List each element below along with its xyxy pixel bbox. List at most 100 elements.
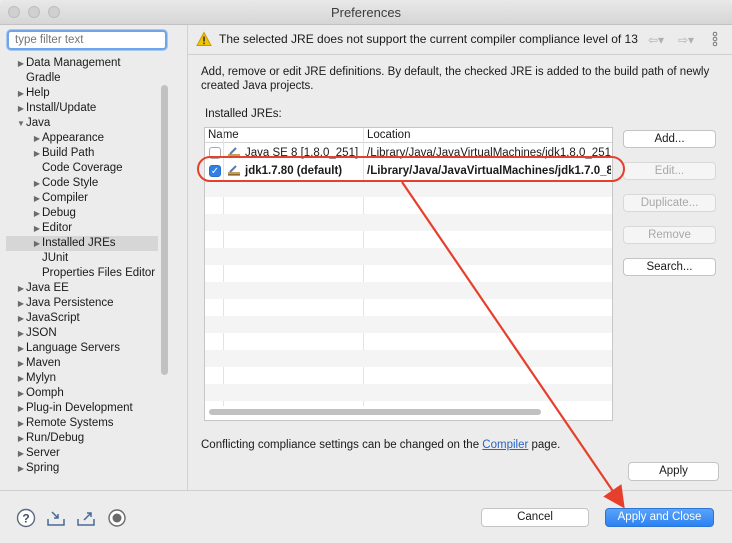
tree-item[interactable]: ▶ Language Servers [16,341,158,356]
tree-scrollbar[interactable] [160,85,169,405]
compiler-link[interactable]: Compiler [482,439,528,451]
collapsed-arrow-icon[interactable]: ▶ [16,101,26,116]
collapsed-arrow-icon[interactable]: ▶ [16,56,26,71]
tree-item-label: Code Coverage [42,162,123,174]
record-icon[interactable] [107,508,127,528]
import-icon[interactable] [46,508,66,528]
tree-item-label: Properties Files Editor [42,267,156,279]
tree-item[interactable]: ▼Java [16,116,158,131]
edit-button[interactable]: Edit... [623,162,716,180]
tree-item-label: Server [26,447,60,459]
tree-item[interactable]: ▶ Java Persistence [16,296,158,311]
tree-item[interactable]: ▶ Editor [32,221,158,236]
collapsed-arrow-icon[interactable]: ▶ [16,356,26,371]
tree-item[interactable]: JUnit [32,251,158,266]
cancel-button[interactable]: Cancel [481,508,589,527]
collapsed-arrow-icon[interactable]: ▶ [32,191,42,206]
tree-item[interactable]: ▶ Server [16,446,158,461]
table-horizontal-scrollbar[interactable] [209,408,609,416]
tree-item-label: JSON [26,327,57,339]
add-button[interactable]: Add... [623,130,716,148]
tree-item[interactable]: ▶ Oomph [16,386,158,401]
tree-item[interactable]: ▶ Run/Debug [16,431,158,446]
tree-item-label: Spring [26,462,60,474]
message-bar: The selected JRE does not support the cu… [188,25,732,55]
tree-item[interactable]: ▶ JavaScript [16,311,158,326]
tree-item[interactable]: ▶ Data Management [16,56,158,71]
collapsed-arrow-icon[interactable]: ▶ [16,341,26,356]
tree-item[interactable]: ▶ Remote Systems [16,416,158,431]
tree-item[interactable]: ▶ Debug [32,206,158,221]
empty-row [205,350,612,367]
tree-scrollbar-thumb[interactable] [161,85,168,375]
tree-item-label: Java Persistence [26,297,114,309]
expanded-arrow-icon[interactable]: ▼ [16,116,26,131]
tree-item[interactable]: ▶ Maven [16,356,158,371]
collapsed-arrow-icon[interactable]: ▶ [16,446,26,461]
empty-row [205,333,612,350]
tree-item[interactable]: ▶ Installed JREs [6,236,158,251]
collapsed-arrow-icon[interactable]: ▶ [32,146,42,161]
tree-item-label: Code Style [42,177,99,189]
tree-item-label: Help [26,87,50,99]
collapsed-arrow-icon[interactable]: ▶ [16,386,26,401]
tree-item[interactable]: ▶ Plug-in Development [16,401,158,416]
back-icon[interactable]: ⇦▾ [648,33,664,47]
collapsed-arrow-icon[interactable]: ▶ [16,401,26,416]
collapsed-arrow-icon[interactable]: ▶ [16,431,26,446]
collapsed-arrow-icon[interactable]: ▶ [16,416,26,431]
installed-jres-page: The selected JRE does not support the cu… [188,25,732,490]
apply-and-close-button[interactable]: Apply and Close [605,508,714,527]
collapsed-arrow-icon[interactable]: ▶ [16,311,26,326]
collapsed-arrow-icon[interactable]: ▶ [32,131,42,146]
empty-row [205,367,612,384]
collapsed-arrow-icon[interactable]: ▶ [16,86,26,101]
apply-button[interactable]: Apply [628,462,719,481]
tree-item[interactable]: Code Coverage [32,161,158,176]
tree-item-label: JavaScript [26,312,80,324]
tree-item[interactable]: ▶ Build Path [32,146,158,161]
collapsed-arrow-icon[interactable]: ▶ [32,206,42,221]
collapsed-arrow-icon[interactable]: ▶ [16,281,26,296]
duplicate-button[interactable]: Duplicate... [623,194,716,212]
tree-item-label: Mylyn [26,372,57,384]
column-header-location[interactable]: Location [367,128,410,143]
dialog-footer: ? Cancel Apply and Close [0,490,732,543]
filter-field[interactable] [7,30,167,50]
tree-item[interactable]: Gradle [16,71,158,86]
tree-item-label: Gradle [26,72,61,84]
collapsed-arrow-icon[interactable]: ▶ [32,176,42,191]
tree-item[interactable]: Properties Files Editor [32,266,158,281]
filter-input[interactable] [9,32,165,48]
help-icon[interactable]: ? [16,508,36,528]
empty-row [205,316,612,333]
tree-item-label: Run/Debug [26,432,85,444]
collapsed-arrow-icon[interactable]: ▶ [32,221,42,236]
tree-item[interactable]: ▶ Spring [16,461,158,476]
table-scrollbar-thumb[interactable] [209,409,541,415]
collapsed-arrow-icon[interactable]: ▶ [16,461,26,476]
collapsed-arrow-icon[interactable]: ▶ [16,296,26,311]
view-menu-icon[interactable] [711,31,719,47]
tree-item[interactable]: ▶ Help [16,86,158,101]
search-button[interactable]: Search... [623,258,716,276]
remove-button[interactable]: Remove [623,226,716,244]
tree-item[interactable]: ▶ Appearance [32,131,158,146]
tree-item-label: Editor [42,222,73,234]
empty-row [205,180,612,197]
warning-icon [196,31,212,46]
collapsed-arrow-icon[interactable]: ▶ [32,236,42,251]
tree-item-label: Oomph [26,387,64,399]
empty-row [205,248,612,265]
tree-item[interactable]: ▶ Mylyn [16,371,158,386]
forward-icon[interactable]: ⇨▾ [678,33,694,47]
tree-item[interactable]: ▶ Code Style [32,176,158,191]
tree-item[interactable]: ▶ Install/Update [16,101,158,116]
tree-item-label: Appearance [42,132,105,144]
tree-item[interactable]: ▶ Compiler [32,191,158,206]
export-icon[interactable] [76,508,96,528]
collapsed-arrow-icon[interactable]: ▶ [16,371,26,386]
tree-item[interactable]: ▶ JSON [16,326,158,341]
tree-item[interactable]: ▶ Java EE [16,281,158,296]
collapsed-arrow-icon[interactable]: ▶ [16,326,26,341]
